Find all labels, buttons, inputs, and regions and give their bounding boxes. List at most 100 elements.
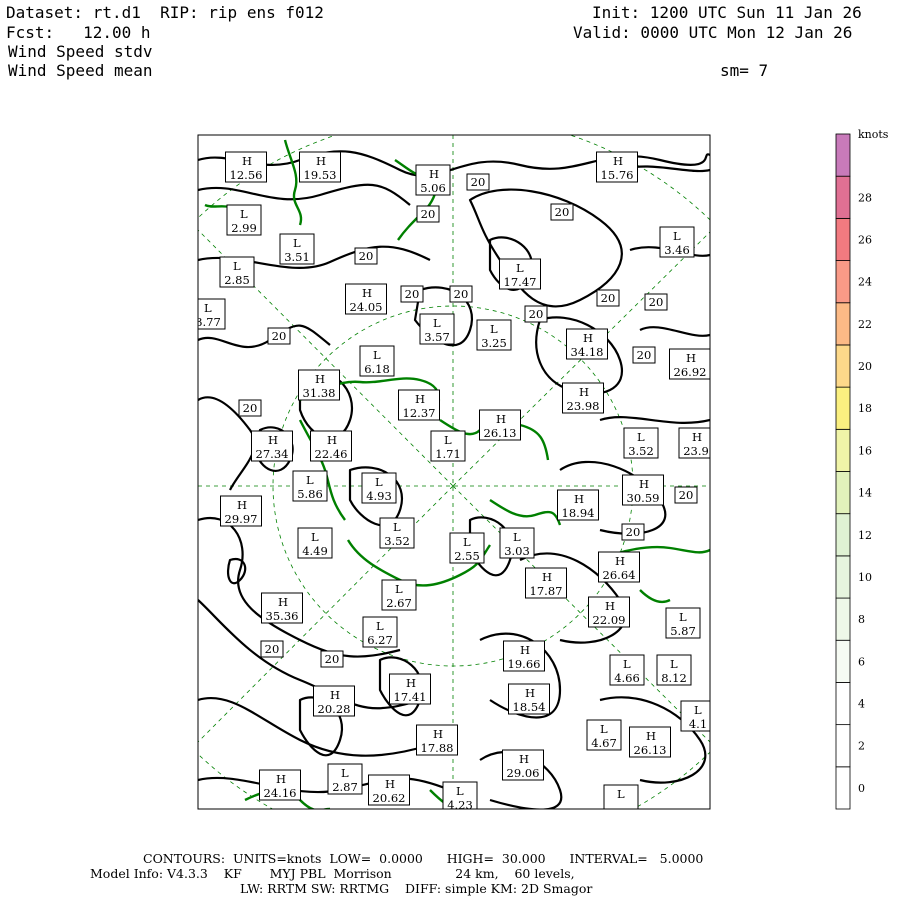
marker-value: 18.54: [513, 700, 546, 714]
marker-value: 3.57: [424, 330, 450, 344]
marker-type: H: [237, 498, 247, 512]
colorbar-segment: [835, 344, 851, 388]
contour-label: 20: [466, 173, 490, 191]
contour-label-text: 20: [325, 652, 340, 666]
physics-info-line: LW: RRTM SW: RRTMG DIFF: simple KM: 2D S…: [240, 881, 593, 896]
contour-label: 20: [354, 247, 378, 265]
high-marker: H27.34: [251, 430, 293, 462]
low-marker: L8.12: [656, 654, 692, 686]
high-marker: H26.64: [598, 551, 640, 583]
contour-label: 20: [674, 486, 698, 504]
colorbar-segment: [835, 260, 851, 304]
marker-value: 22.46: [315, 447, 348, 461]
contour-label-text: 20: [601, 291, 616, 305]
low-marker: L2.55: [449, 532, 485, 564]
contour-label: 20: [320, 650, 344, 668]
high-marker: H18.94: [557, 489, 599, 521]
marker-value: 31.38: [303, 386, 336, 400]
contour-label: 20: [644, 293, 668, 311]
low-marker: L4.49: [297, 527, 333, 559]
marker-type: H: [579, 385, 589, 399]
low-marker: L5.87: [665, 607, 701, 639]
marker-type: H: [327, 433, 337, 447]
low-marker: L1.71: [430, 430, 466, 462]
colorbar-segment: [835, 302, 851, 346]
marker-type: H: [268, 433, 278, 447]
low-marker: L2.87: [327, 763, 363, 795]
contour-label-text: 20: [679, 488, 694, 502]
high-marker: H24.16: [259, 769, 301, 801]
contour-label-text: 20: [405, 287, 420, 301]
colorbar-segment: [835, 555, 851, 599]
marker-value: 8.12: [661, 671, 687, 685]
marker-value: 24.05: [350, 300, 383, 314]
model-info-line: Model Info: V4.3.3 KF MYJ PBL Morrison 2…: [90, 866, 575, 881]
colorbar-segment: [835, 133, 851, 177]
contour-label-text: 20: [243, 401, 258, 415]
marker-type: L: [293, 236, 301, 250]
low-marker: L3.51: [279, 233, 315, 265]
marker-value: 4.93: [366, 489, 392, 503]
colorbar-segment: [835, 766, 851, 810]
contour-label: 20: [400, 285, 424, 303]
colorbar-level-label: 0: [858, 782, 865, 795]
marker-type: H: [278, 595, 288, 609]
low-marker: L3.46: [659, 226, 695, 258]
marker-value: 2.85: [224, 273, 250, 287]
low-marker: L3.25: [476, 319, 512, 351]
high-marker: H19.53: [299, 151, 341, 183]
marker-type: H: [605, 599, 615, 613]
marker-value: 2.67: [386, 596, 412, 610]
marker-type: H: [315, 372, 325, 386]
contour-label: 20: [416, 205, 440, 223]
marker-value: 4.49: [302, 544, 328, 558]
marker-value: 26.13: [484, 426, 517, 440]
colorbar-segment: [835, 597, 851, 641]
high-marker: H35.36: [261, 592, 303, 624]
high-marker: H18.54: [508, 683, 550, 715]
extrema-labels: H12.56H19.53 H5.06H15.76L2.99L3.51L3.46L2…: [198, 151, 710, 809]
marker-type: H: [433, 727, 443, 741]
marker-value: 5.87: [670, 624, 696, 638]
marker-value: 3.03: [504, 544, 530, 558]
contour-label: 20: [621, 523, 645, 541]
low-marker: L2.99: [226, 204, 262, 236]
marker-type: L: [375, 475, 383, 489]
high-marker: H26.13: [629, 726, 671, 758]
marker-value: 15.76: [601, 168, 634, 182]
colorbar-level-label: 16: [858, 444, 872, 457]
high-marker: H17.88: [416, 724, 458, 756]
marker-type: H: [520, 643, 530, 657]
marker-type: H: [686, 351, 696, 365]
marker-value: 5.86: [297, 487, 323, 501]
marker-type: L: [233, 259, 241, 273]
marker-value: 6.27: [367, 633, 393, 647]
high-marker: H12.37: [398, 389, 440, 421]
marker-value: 29.06: [507, 766, 540, 780]
marker-type: L: [679, 610, 687, 624]
high-marker: H19.66: [503, 640, 545, 672]
low-marker: L4.67: [586, 719, 622, 751]
marker-type: L: [623, 657, 631, 671]
contour-label-text: 20: [637, 348, 652, 362]
marker-type: H: [496, 412, 506, 426]
contour-label: 20: [267, 327, 291, 345]
high-marker: H12.56: [225, 151, 267, 183]
marker-type: H: [276, 772, 286, 786]
marker-value: 3.46: [664, 243, 690, 257]
marker-value: 20.28: [318, 702, 351, 716]
marker-type: H: [692, 430, 702, 444]
low-marker: L3.52: [623, 427, 659, 459]
high-marker: H15.76: [596, 151, 638, 183]
high-marker: H20.62: [368, 774, 410, 806]
marker-type: H: [583, 331, 593, 345]
marker-value: 22.09: [593, 613, 626, 627]
marker-type: H: [406, 676, 416, 690]
contour-label-text: 20: [421, 207, 436, 221]
high-marker: H22.09: [588, 596, 630, 628]
contour-label: 20: [632, 346, 656, 364]
marker-type: L: [373, 348, 381, 362]
contour-label-text: 20: [529, 307, 544, 321]
marker-type: L: [694, 703, 702, 717]
colorbar-level-label: 18: [858, 402, 872, 415]
